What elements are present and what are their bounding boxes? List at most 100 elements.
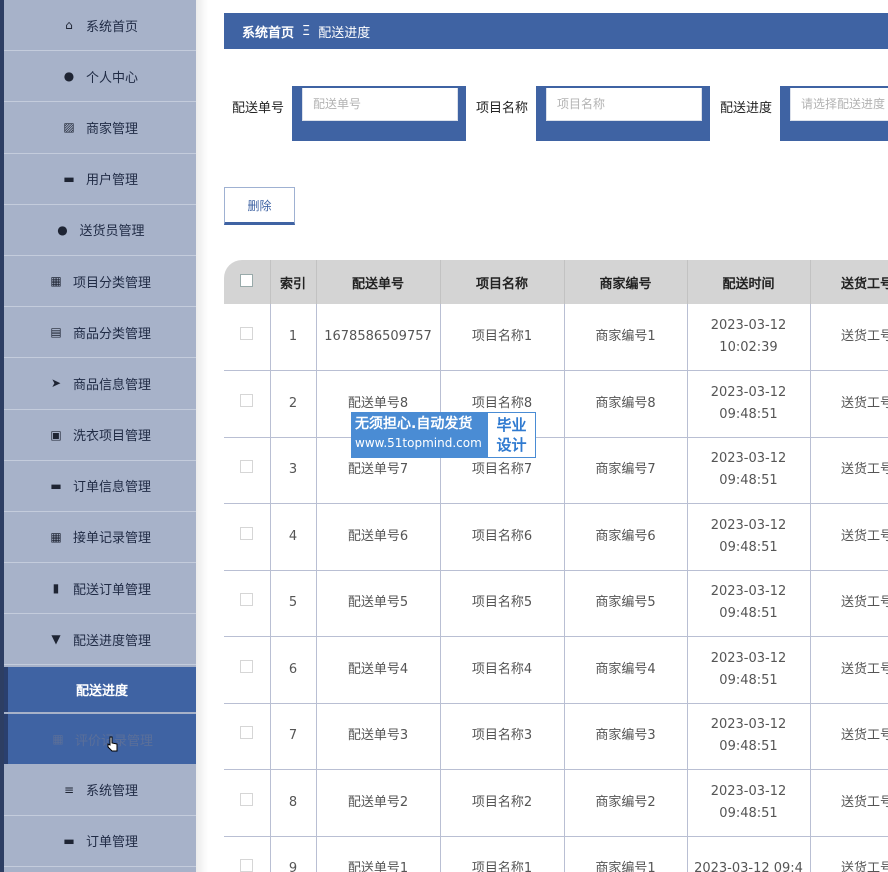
row-checkbox-cell[interactable] (224, 703, 271, 770)
sidebar-item-label: 配送订单管理 (72, 582, 151, 598)
sidebar-item-label: 配送进度管理 (72, 633, 151, 649)
sidebar-item[interactable]: ▬ 用户管理 (4, 154, 196, 205)
search-input-item-name[interactable] (546, 88, 703, 121)
table-cell: 配送单号3 (316, 703, 441, 770)
table-cell: 项目名称5 (440, 570, 565, 637)
table-row[interactable]: 2 配送单号8 项目名称8 商家编号8 2023-03-12 09:48:51 送货工号 (224, 370, 888, 438)
table-cell: 2023-03-12 09:48:51 (687, 769, 811, 837)
table-cell: 2023-03-12 09:48:51 (687, 437, 811, 504)
divider-shadow (196, 0, 208, 872)
row-checkbox[interactable] (240, 393, 254, 407)
column-header[interactable]: 送货工号 (810, 260, 888, 304)
table-cell: 送货工号 (810, 304, 888, 371)
row-checkbox-cell[interactable] (224, 769, 271, 837)
table-cell: 商家编号1 (564, 304, 688, 371)
row-checkbox[interactable] (240, 460, 254, 474)
menu-icon: ≡ (63, 782, 75, 797)
sidebar-item[interactable]: ▼ 配送进度管理 (4, 614, 196, 666)
table-cell: 8 (270, 769, 317, 837)
sidebar-item-label: 配送进度 (75, 684, 128, 700)
table-row[interactable]: 9 配送单号1 项目名称1 商家编号1 2023-03-12 09:4 送货工号 (224, 836, 888, 872)
row-checkbox[interactable] (240, 792, 254, 806)
select-all-checkbox-cell[interactable] (224, 260, 271, 304)
row-checkbox[interactable] (240, 327, 254, 340)
table-cell: 配送单号5 (316, 570, 441, 637)
row-checkbox-cell[interactable] (224, 836, 271, 872)
sidebar-item[interactable]: ≡ 系统管理 (4, 764, 196, 816)
row-checkbox[interactable] (240, 659, 254, 673)
sidebar-item[interactable]: ● 个人中心 (4, 51, 196, 103)
table-cell: 5 (270, 570, 317, 637)
row-checkbox[interactable] (240, 593, 254, 607)
select-all-checkbox[interactable] (240, 273, 254, 287)
watermark-line2: www.51topmind.com (355, 436, 482, 450)
sidebar-item-label: 系统首页 (85, 19, 138, 35)
menu-icon: ▬ (63, 833, 75, 848)
breadcrumb-home[interactable]: 系统首页 (242, 22, 294, 41)
sidebar-item-review-records[interactable]: ▦ 评价记录管理 (4, 714, 196, 765)
search-input-order-no[interactable] (302, 88, 459, 121)
column-header[interactable]: 项目名称 (440, 260, 565, 304)
search-label-order-no: 配送单号 (232, 101, 285, 116)
table-cell: 送货工号 (810, 570, 888, 637)
row-checkbox-cell[interactable] (224, 370, 271, 438)
sidebar-item-label: 送货员管理 (79, 224, 145, 240)
sidebar-item[interactable]: ▦ 接单记录管理 (4, 512, 196, 564)
column-header[interactable]: 索引 (270, 260, 317, 304)
sidebar-item[interactable]: ➤ 商品信息管理 (4, 358, 196, 410)
table-cell: 送货工号 (810, 769, 888, 837)
table-row[interactable]: 4 配送单号6 项目名称6 商家编号6 2023-03-12 09:48:51 送货工号 (224, 503, 888, 571)
column-header[interactable]: 商家编号 (564, 260, 688, 304)
table-cell: 项目名称6 (440, 503, 565, 571)
sidebar-item[interactable]: ● 送货员管理 (4, 205, 196, 256)
sidebar-item[interactable]: ▣ 洗衣项目管理 (4, 410, 196, 461)
sidebar-item-label: 个人中心 (85, 70, 138, 86)
column-header[interactable]: 配送单号 (316, 260, 441, 304)
table-row[interactable]: 5 配送单号5 项目名称5 商家编号5 2023-03-12 09:48:51 送货工号 (224, 570, 888, 637)
sidebar-subitem-delivery-progress[interactable]: 配送进度 (4, 667, 196, 713)
watermark-line1: 无须担心.自动发货 (355, 416, 473, 432)
watermark-badge: 无须担心.自动发货 www.51topmind.com 毕业 设计 (351, 412, 536, 458)
table-row[interactable]: 1 1678586509757 项目名称1 商家编号1 2023-03-12 10:02… (224, 304, 888, 371)
delete-button[interactable]: 删除 (224, 187, 295, 225)
row-checkbox-cell[interactable] (224, 636, 271, 704)
menu-icon: ▮ (52, 581, 60, 596)
row-checkbox-cell[interactable] (224, 304, 271, 371)
row-checkbox-cell[interactable] (224, 570, 271, 637)
sidebar-item[interactable]: ⌂ 系统首页 (4, 0, 196, 52)
search-select-progress[interactable] (790, 88, 888, 121)
table-cell: 项目名称1 (440, 836, 565, 872)
row-checkbox[interactable] (240, 726, 254, 740)
table-cell: 商家编号1 (564, 836, 688, 872)
table-row[interactable]: 6 配送单号4 项目名称4 商家编号4 2023-03-12 09:48:51 送货工号 (224, 636, 888, 704)
table-cell: 2 (270, 370, 317, 438)
sidebar-item-label: 商家管理 (85, 121, 138, 137)
table-cell: 2023-03-12 09:48:51 (687, 570, 811, 637)
sidebar-item[interactable]: ▦ 项目分类管理 (4, 256, 196, 308)
row-checkbox[interactable] (240, 859, 254, 872)
sidebar-item[interactable]: ▬ 订单信息管理 (4, 461, 196, 512)
row-checkbox[interactable] (240, 526, 254, 540)
table-row[interactable]: 7 配送单号3 项目名称3 商家编号3 2023-03-12 09:48:51 送货工号 (224, 703, 888, 770)
row-checkbox-cell[interactable] (224, 437, 271, 504)
table-cell: 项目名称4 (440, 636, 565, 704)
table-cell: 项目名称3 (440, 703, 565, 770)
column-header[interactable]: 配送时间 (687, 260, 811, 304)
row-checkbox-cell[interactable] (224, 503, 271, 571)
table-row[interactable]: 3 配送单号7 项目名称7 商家编号7 2023-03-12 09:48:51 送货工号 (224, 437, 888, 504)
table-cell: 送货工号 (810, 703, 888, 770)
breadcrumb-current: 配送进度 (318, 25, 371, 41)
table-row[interactable]: 8 配送单号2 项目名称2 商家编号2 2023-03-12 09:48:51 送货工号 (224, 769, 888, 837)
sidebar-item[interactable]: ▮ 配送订单管理 (4, 563, 196, 615)
table-cell: 配送单号6 (316, 503, 441, 571)
search-bar: 配送单号 项目名称 配送进度 (232, 86, 888, 141)
menu-icon: ▦ (50, 529, 62, 544)
sidebar-item[interactable]: ▤ 商品分类管理 (4, 307, 196, 359)
data-table-wrapper: 索引 配送单号 项目名称 商家编号 配送时间 送货工号 1 16785865097… (224, 260, 888, 872)
sidebar-item[interactable]: ▨ 商家管理 (4, 102, 196, 154)
table-cell: 6 (270, 636, 317, 704)
table-cell: 9 (270, 836, 317, 872)
sidebar-item-label: 商品信息管理 (72, 377, 151, 393)
sidebar-item[interactable]: ▬ 订单管理 (4, 816, 196, 867)
table-cell: 商家编号6 (564, 503, 688, 571)
